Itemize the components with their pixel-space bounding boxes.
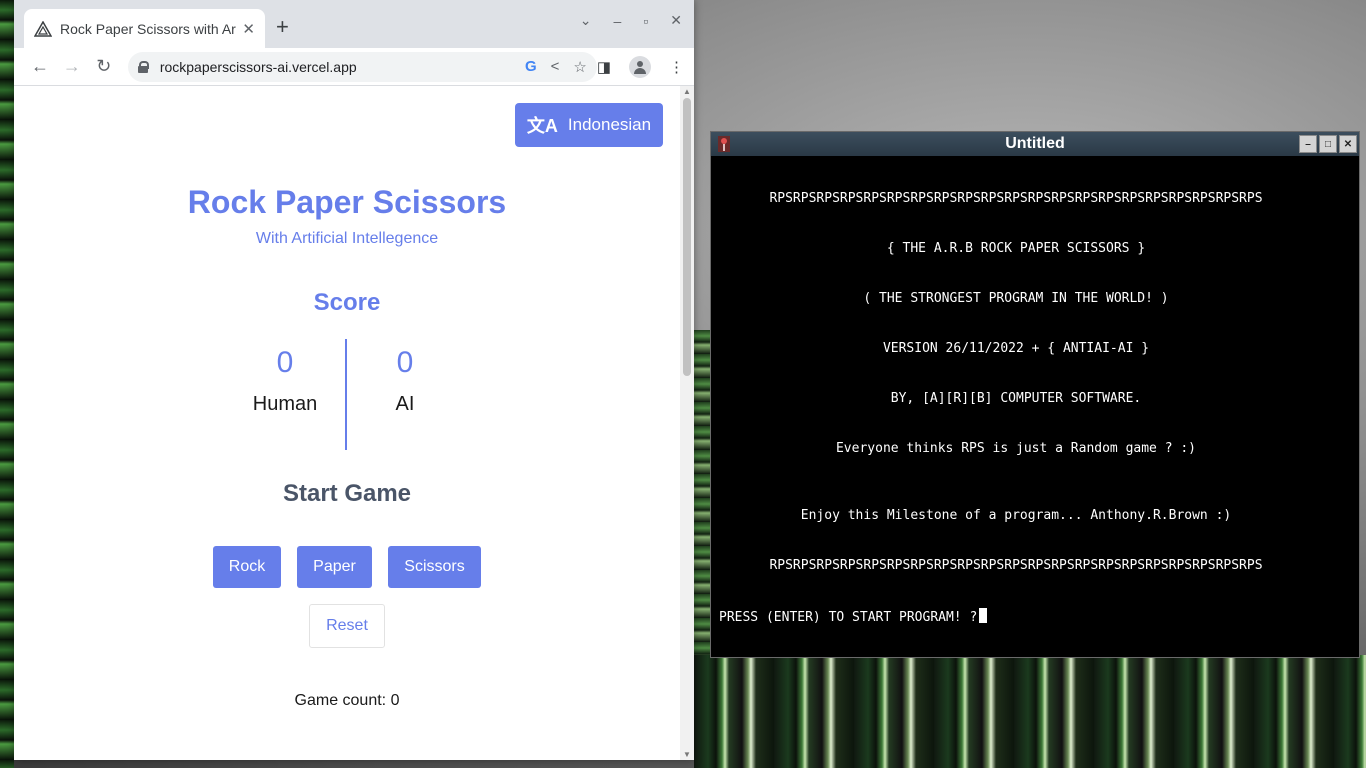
- lock-icon[interactable]: [137, 60, 149, 73]
- window-controls: ⌄ – ▫ ✕: [580, 12, 682, 29]
- terminal-line: RPSRPSRPSRPSRPSRPSRPSRPSRPSRPSRPSRPSRPSR…: [769, 191, 1263, 206]
- page-subtitle: With Artificial Intellegence: [255, 230, 439, 247]
- url-text[interactable]: rockpaperscissors-ai.vercel.app: [160, 59, 525, 75]
- terminal-maximize-icon[interactable]: □: [1319, 135, 1337, 153]
- back-arrow-icon[interactable]: ←: [24, 56, 56, 77]
- text-cursor: [979, 608, 988, 623]
- browser-toolbar: ← → ↻ rockpaperscissors-ai.vercel.app G …: [14, 48, 694, 86]
- terminal-line: Enjoy this Milestone of a program... Ant…: [800, 508, 1232, 523]
- new-tab-icon[interactable]: +: [276, 14, 289, 40]
- terminal-line: RPSRPSRPSRPSRPSRPSRPSRPSRPSRPSRPSRPSRPSR…: [769, 558, 1263, 573]
- terminal-title: Untitled: [1005, 135, 1065, 152]
- terminal-line: { THE A.R.B ROCK PAPER SCISSORS }: [886, 241, 1146, 256]
- scoreboard: 0 Human 0 AI: [225, 339, 465, 450]
- terminal-line: VERSION 26/11/2022 + { ANTIAI-AI }: [882, 341, 1150, 356]
- profile-avatar-icon[interactable]: [629, 55, 652, 78]
- terminal-line: Everyone thinks RPS is just a Random gam…: [835, 441, 1197, 456]
- language-toggle-button[interactable]: 文A Indonesian: [515, 103, 663, 147]
- tab-search-chevron-icon[interactable]: ⌄: [580, 12, 592, 29]
- translate-icon: 文A: [526, 116, 558, 136]
- start-game-heading: Start Game: [282, 480, 412, 507]
- human-score-value: 0: [276, 346, 294, 379]
- close-window-icon[interactable]: ✕: [670, 12, 682, 29]
- minimize-icon[interactable]: –: [614, 13, 622, 29]
- terminal-prompt: PRESS (ENTER) TO START PROGRAM! ?: [719, 610, 978, 625]
- reload-icon[interactable]: ↻: [88, 56, 120, 77]
- language-label: Indonesian: [567, 115, 652, 134]
- terminal-minimize-icon[interactable]: –: [1299, 135, 1317, 153]
- terminal-prompt-line: PRESS (ENTER) TO START PROGRAM! ?: [719, 608, 1329, 625]
- page-title: Rock Paper Scissors: [187, 184, 507, 220]
- terminal-close-icon[interactable]: ✕: [1339, 135, 1357, 153]
- scroll-thumb[interactable]: [683, 98, 691, 376]
- wallpaper-lights: [694, 655, 1366, 768]
- scroll-up-icon[interactable]: ▲: [683, 87, 691, 96]
- terminal-line: BY, [A][R][B] COMPUTER SOFTWARE.: [890, 391, 1142, 406]
- scissors-button[interactable]: Scissors: [388, 546, 481, 588]
- close-tab-icon[interactable]: ✕: [242, 20, 255, 38]
- page-scrollbar[interactable]: ▲ ▼: [680, 86, 694, 760]
- triangle-favicon-icon: [34, 20, 52, 37]
- terminal-titlebar[interactable]: Untitled – □ ✕: [711, 132, 1359, 156]
- bookmark-star-icon[interactable]: ☆: [573, 58, 586, 76]
- scroll-down-icon[interactable]: ▼: [683, 750, 691, 759]
- share-icon[interactable]: <: [551, 58, 560, 75]
- wallpaper-strip-left: [0, 0, 14, 768]
- google-lens-icon[interactable]: G: [525, 58, 537, 75]
- score-heading: Score: [313, 289, 381, 316]
- app-icon[interactable]: [717, 135, 731, 153]
- forward-arrow-icon[interactable]: →: [56, 56, 88, 77]
- tab-bar: Rock Paper Scissors with Artificial Inte…: [14, 0, 694, 48]
- wallpaper-strip-middle: [694, 330, 710, 655]
- reset-button[interactable]: Reset: [309, 604, 385, 648]
- human-score-label: Human: [252, 393, 318, 415]
- ai-score: 0 AI: [345, 339, 465, 416]
- tab-rock-paper-scissors[interactable]: Rock Paper Scissors with Artificial Inte…: [24, 9, 265, 48]
- more-menu-icon[interactable]: ⋮: [669, 58, 684, 76]
- terminal-window: Untitled – □ ✕ RPSRPSRPSRPSRPSRPSRPSRPSR…: [710, 131, 1360, 658]
- browser-window: Rock Paper Scissors with Artificial Inte…: [14, 0, 694, 760]
- move-buttons: Rock Paper Scissors: [14, 546, 680, 588]
- address-bar[interactable]: rockpaperscissors-ai.vercel.app G < ☆: [127, 51, 597, 82]
- human-score: 0 Human: [225, 339, 345, 416]
- page-content: 文A Indonesian Rock Paper Scissors With A…: [14, 86, 680, 760]
- terminal-line: ( THE STRONGEST PROGRAM IN THE WORLD! ): [863, 291, 1169, 306]
- side-panel-icon[interactable]: ◨: [597, 58, 611, 76]
- paper-button[interactable]: Paper: [297, 546, 372, 588]
- game-count: Game count: 0: [294, 692, 400, 709]
- tab-title: Rock Paper Scissors with Artificial Inte…: [60, 20, 236, 37]
- rock-button[interactable]: Rock: [213, 546, 281, 588]
- maximize-icon[interactable]: ▫: [643, 13, 648, 29]
- ai-score-value: 0: [396, 346, 414, 379]
- ai-score-label: AI: [395, 393, 415, 415]
- terminal-output[interactable]: RPSRPSRPSRPSRPSRPSRPSRPSRPSRPSRPSRPSRPSR…: [711, 157, 1359, 657]
